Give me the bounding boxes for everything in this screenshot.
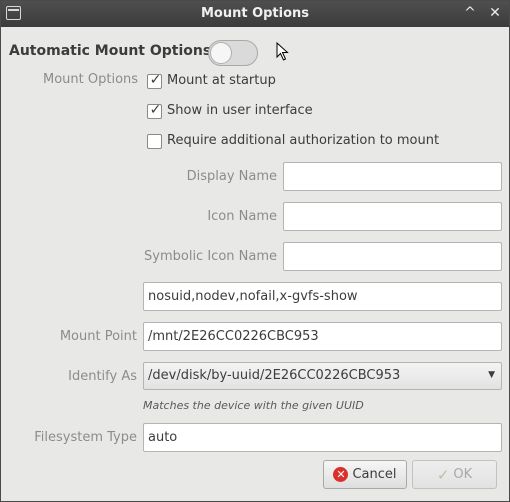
mount-point-input[interactable]: /mnt/2E26CC0226CBC953 (143, 322, 502, 351)
symbolic-icon-name-label: Symbolic Icon Name (144, 249, 277, 264)
require-authorization-label[interactable]: Require additional authorization to moun… (167, 133, 439, 148)
maximize-icon[interactable]: ^ (461, 4, 479, 22)
checkmark-icon: ✓ (436, 465, 450, 484)
window-title: Mount Options (200, 6, 310, 21)
title-bar: Mount Options ^ ✕ (1, 1, 509, 27)
icon-name-input[interactable] (283, 202, 502, 231)
mount-point-label: Mount Point (59, 329, 137, 344)
cancel-icon: ✕ (333, 467, 349, 482)
filesystem-type-input[interactable]: auto (143, 423, 502, 452)
identify-as-dropdown[interactable]: /dev/disk/by-uuid/2E26CC0226CBC953 ▼ (143, 362, 502, 390)
mount-at-startup-label[interactable]: Mount at startup (167, 73, 276, 88)
cancel-button[interactable]: ✕ Cancel (323, 460, 407, 489)
require-authorization-checkbox[interactable] (147, 134, 162, 149)
display-name-input[interactable] (283, 162, 502, 191)
mount-options-input[interactable]: nosuid,nodev,nofail,x-gvfs-show (143, 282, 502, 311)
cancel-button-label: Cancel (352, 467, 397, 482)
mount-at-startup-checkbox[interactable]: ✓ (147, 72, 162, 89)
symbolic-icon-name-input[interactable] (283, 242, 502, 271)
display-name-label: Display Name (186, 169, 277, 184)
mount-options-dialog: Mount Options ^ ✕ Automatic Mount Option… (0, 0, 510, 502)
automatic-mount-options-heading: Automatic Mount Options (9, 43, 212, 59)
identify-as-value: /dev/disk/by-uuid/2E26CC0226CBC953 (148, 368, 401, 383)
filesystem-type-label: Filesystem Type (34, 430, 137, 445)
checkmark-icon: ✓ (149, 72, 162, 88)
close-icon[interactable]: ✕ (486, 4, 504, 22)
identify-as-hint: Matches the device with the given UUID (143, 399, 364, 412)
checkmark-icon: ✓ (149, 102, 162, 118)
icon-name-label: Icon Name (207, 209, 277, 224)
mount-options-label: Mount Options (43, 72, 139, 87)
ok-button[interactable]: ✓ OK (412, 460, 497, 489)
mouse-cursor-icon (276, 42, 289, 61)
show-in-ui-checkbox[interactable]: ✓ (147, 102, 162, 119)
show-in-ui-label[interactable]: Show in user interface (167, 103, 313, 118)
dropdown-arrow-icon: ▼ (488, 370, 495, 380)
identify-as-label: Identify As (68, 369, 137, 384)
automatic-mount-toggle[interactable] (208, 40, 258, 66)
toggle-knob (210, 42, 232, 64)
ok-button-label: OK (453, 467, 473, 482)
